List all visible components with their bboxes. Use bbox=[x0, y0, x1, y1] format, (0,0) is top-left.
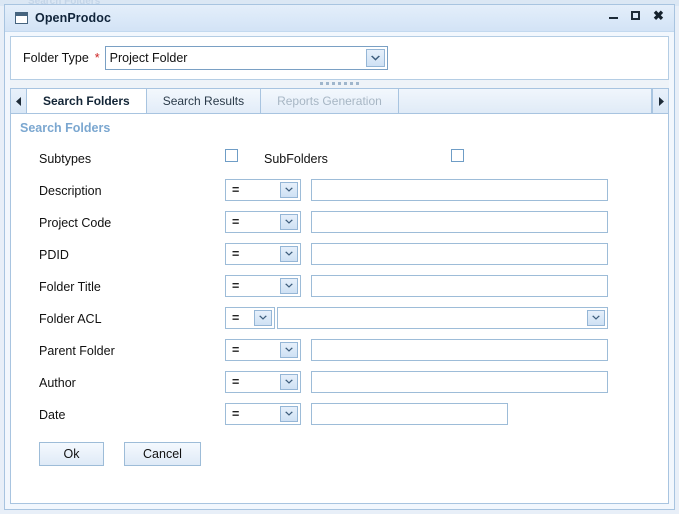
caret-glyph bbox=[280, 374, 298, 390]
operator-value: = bbox=[232, 215, 240, 229]
chevron-down-icon[interactable] bbox=[280, 214, 298, 230]
operator-value: = bbox=[232, 375, 240, 389]
form-buttons: Ok Cancel bbox=[11, 438, 668, 472]
row-folder-title: Folder Title = bbox=[11, 272, 668, 304]
tab-label: Search Results bbox=[162, 94, 245, 108]
operator-value: = bbox=[232, 183, 240, 197]
chevron-down-icon bbox=[365, 49, 385, 67]
caret-glyph bbox=[280, 182, 298, 198]
description-label: Description bbox=[39, 184, 102, 198]
window-icon bbox=[15, 12, 28, 24]
chevron-down-icon[interactable] bbox=[280, 246, 298, 262]
subfolders-label: SubFolders bbox=[264, 152, 328, 166]
date-label: Date bbox=[39, 408, 66, 422]
chevron-down-icon[interactable] bbox=[280, 278, 298, 294]
author-label: Author bbox=[39, 376, 76, 390]
cancel-button[interactable]: Cancel bbox=[124, 442, 201, 466]
project-code-input[interactable] bbox=[311, 211, 608, 233]
search-form: Subtypes SubFolders Description = Projec… bbox=[11, 144, 668, 472]
folder-title-input[interactable] bbox=[311, 275, 608, 297]
tab-scroll-left-button[interactable] bbox=[10, 88, 27, 113]
ok-button[interactable]: Ok bbox=[39, 442, 104, 466]
date-operator-select[interactable]: = bbox=[225, 403, 301, 425]
folder-acl-combobox[interactable] bbox=[277, 307, 608, 329]
splitter-dots-icon bbox=[319, 82, 360, 85]
window-title: OpenProdoc bbox=[35, 11, 112, 25]
author-operator-select[interactable]: = bbox=[225, 371, 301, 393]
folder-type-combobox[interactable]: Project Folder bbox=[104, 46, 388, 70]
chevron-down-icon[interactable] bbox=[280, 342, 298, 358]
required-asterisk: * bbox=[94, 50, 100, 65]
caret-glyph bbox=[587, 310, 605, 326]
maximize-icon[interactable] bbox=[630, 9, 643, 22]
description-input[interactable] bbox=[311, 179, 608, 201]
tab-label: Reports Generation bbox=[277, 94, 382, 108]
operator-value: = bbox=[232, 343, 240, 357]
title-bar: OpenProdoc ✖ bbox=[5, 5, 674, 32]
parent-folder-input[interactable] bbox=[311, 339, 608, 361]
close-icon[interactable]: ✖ bbox=[652, 9, 665, 22]
chevron-down-icon[interactable] bbox=[280, 406, 298, 422]
row-subtypes: Subtypes SubFolders bbox=[11, 144, 668, 176]
chevron-down-icon[interactable] bbox=[280, 374, 298, 390]
chevron-down-icon[interactable] bbox=[254, 310, 272, 326]
window-controls: ✖ bbox=[608, 9, 665, 22]
chevron-down-icon[interactable] bbox=[280, 182, 298, 198]
openprodoc-window: OpenProdoc ✖ Folder Type * Project Folde… bbox=[4, 4, 675, 510]
caret-glyph bbox=[280, 278, 298, 294]
project-code-label: Project Code bbox=[39, 216, 112, 230]
search-folders-panel: Search Folders Subtypes SubFolders Descr… bbox=[10, 114, 669, 504]
parent-folder-label: Parent Folder bbox=[39, 344, 115, 358]
folder-acl-label: Folder ACL bbox=[39, 312, 102, 326]
subtypes-checkbox[interactable] bbox=[225, 149, 238, 162]
row-author: Author = bbox=[11, 368, 668, 400]
pdid-input[interactable] bbox=[311, 243, 608, 265]
parent-folder-operator-select[interactable]: = bbox=[225, 339, 301, 361]
tab-reports-generation[interactable]: Reports Generation bbox=[261, 88, 399, 113]
operator-value: = bbox=[232, 279, 240, 293]
caret-glyph bbox=[280, 246, 298, 262]
caret-glyph bbox=[280, 406, 298, 422]
tab-bar-filler bbox=[398, 88, 652, 113]
folder-type-dropdown-arrow[interactable] bbox=[365, 49, 385, 67]
project-code-operator-select[interactable]: = bbox=[225, 211, 301, 233]
description-operator-select[interactable]: = bbox=[225, 179, 301, 201]
tab-bar: Search Folders Search Results Reports Ge… bbox=[10, 88, 669, 114]
row-parent-folder: Parent Folder = bbox=[11, 336, 668, 368]
chevron-down-icon[interactable] bbox=[587, 310, 605, 326]
minimize-icon[interactable] bbox=[608, 9, 621, 22]
operator-value: = bbox=[232, 247, 240, 261]
tab-search-results[interactable]: Search Results bbox=[146, 88, 262, 113]
row-project-code: Project Code = bbox=[11, 208, 668, 240]
subfolders-checkbox[interactable] bbox=[451, 149, 464, 162]
pdid-operator-select[interactable]: = bbox=[225, 243, 301, 265]
page-title: Search Folders bbox=[20, 121, 111, 135]
date-input[interactable] bbox=[311, 403, 508, 425]
row-description: Description = bbox=[11, 176, 668, 208]
author-input[interactable] bbox=[311, 371, 608, 393]
tab-label: Search Folders bbox=[43, 94, 130, 108]
folder-title-label: Folder Title bbox=[39, 280, 101, 294]
caret-glyph bbox=[280, 214, 298, 230]
subtypes-label: Subtypes bbox=[39, 152, 92, 166]
folder-title-operator-select[interactable]: = bbox=[225, 275, 301, 297]
row-date: Date = bbox=[11, 400, 668, 432]
tab-search-folders[interactable]: Search Folders bbox=[27, 88, 147, 113]
caret-glyph bbox=[280, 342, 298, 358]
folder-type-value[interactable]: Project Folder bbox=[106, 51, 387, 65]
operator-value: = bbox=[232, 407, 240, 421]
caret-glyph bbox=[254, 310, 272, 326]
row-pdid: PDID = bbox=[11, 240, 668, 272]
folder-type-bar: Folder Type * Project Folder bbox=[10, 36, 669, 80]
pdid-label: PDID bbox=[39, 248, 69, 262]
folder-type-label: Folder Type bbox=[23, 51, 89, 65]
folder-acl-operator-select[interactable]: = bbox=[225, 307, 275, 329]
tab-scroll-right-button[interactable] bbox=[652, 88, 669, 113]
splitter-handle[interactable] bbox=[10, 80, 669, 88]
operator-value: = bbox=[232, 311, 240, 325]
row-folder-acl: Folder ACL = bbox=[11, 304, 668, 336]
